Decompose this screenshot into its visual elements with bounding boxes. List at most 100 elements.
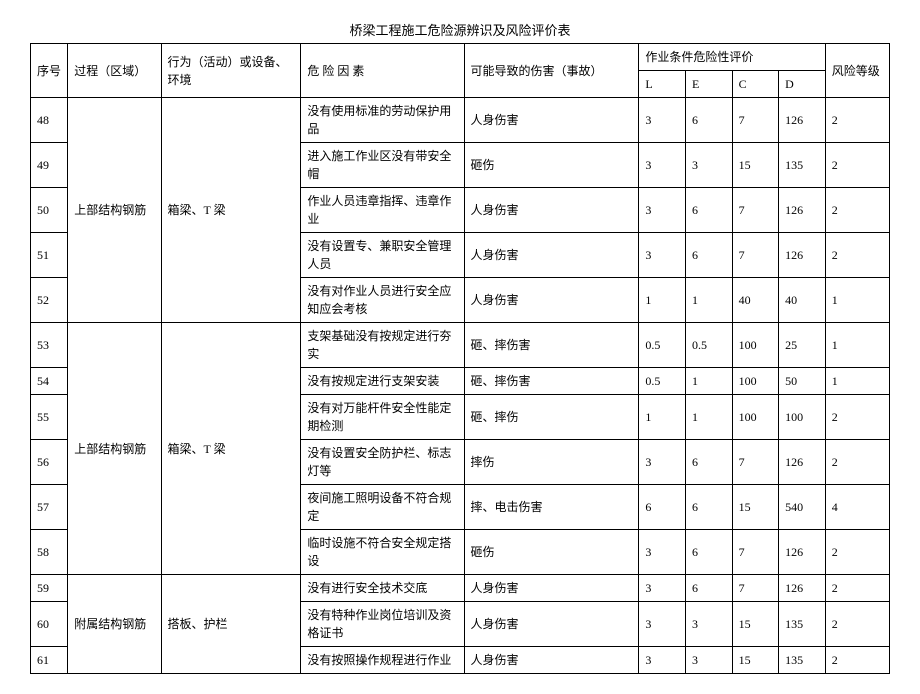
cell-level: 2: [825, 440, 889, 485]
cell-e: 1: [685, 278, 732, 323]
cell-e: 3: [685, 143, 732, 188]
cell-d: 126: [779, 188, 826, 233]
cell-harm: 人身伤害: [464, 98, 639, 143]
cell-seq: 48: [31, 98, 68, 143]
cell-seq: 51: [31, 233, 68, 278]
cell-e: 6: [685, 233, 732, 278]
cell-factor: 没有特种作业岗位培训及资格证书: [301, 602, 464, 647]
cell-level: 4: [825, 485, 889, 530]
cell-factor: 没有对万能杆件安全性能定期检测: [301, 395, 464, 440]
cell-c: 15: [732, 602, 779, 647]
cell-level: 1: [825, 278, 889, 323]
cell-harm: 人身伤害: [464, 188, 639, 233]
cell-level: 2: [825, 233, 889, 278]
cell-level: 1: [825, 323, 889, 368]
cell-c: 7: [732, 530, 779, 575]
cell-c: 15: [732, 485, 779, 530]
cell-factor: 夜间施工照明设备不符合规定: [301, 485, 464, 530]
cell-c: 15: [732, 143, 779, 188]
cell-l: 3: [639, 440, 686, 485]
cell-d: 126: [779, 233, 826, 278]
cell-l: 0.5: [639, 368, 686, 395]
table-row: 53上部结构钢筋箱梁、T 梁支架基础没有按规定进行夯实砸、摔伤害0.50.510…: [31, 323, 890, 368]
cell-e: 6: [685, 188, 732, 233]
cell-level: 2: [825, 575, 889, 602]
cell-harm: 砸、摔伤害: [464, 368, 639, 395]
cell-d: 50: [779, 368, 826, 395]
cell-level: 2: [825, 530, 889, 575]
cell-c: 40: [732, 278, 779, 323]
header-l: L: [639, 71, 686, 98]
cell-area: 上部结构钢筋: [68, 98, 161, 323]
cell-level: 2: [825, 188, 889, 233]
cell-harm: 砸、摔伤: [464, 395, 639, 440]
cell-area: 上部结构钢筋: [68, 323, 161, 575]
cell-harm: 人身伤害: [464, 575, 639, 602]
cell-activity: 箱梁、T 梁: [161, 323, 301, 575]
cell-seq: 57: [31, 485, 68, 530]
table-body: 48上部结构钢筋箱梁、T 梁没有使用标准的劳动保护用品人身伤害367126249…: [31, 98, 890, 674]
cell-seq: 53: [31, 323, 68, 368]
cell-factor: 没有设置专、兼职安全管理人员: [301, 233, 464, 278]
cell-l: 3: [639, 602, 686, 647]
cell-harm: 人身伤害: [464, 602, 639, 647]
cell-c: 100: [732, 323, 779, 368]
cell-seq: 55: [31, 395, 68, 440]
cell-d: 540: [779, 485, 826, 530]
cell-e: 6: [685, 485, 732, 530]
document-title: 桥梁工程施工危险源辨识及风险评价表: [30, 20, 890, 39]
header-seq: 序号: [31, 44, 68, 98]
cell-e: 0.5: [685, 323, 732, 368]
cell-l: 3: [639, 530, 686, 575]
table-row: 59附属结构钢筋搭板、护栏没有进行安全技术交底人身伤害3671262: [31, 575, 890, 602]
header-area: 过程（区域）: [68, 44, 161, 98]
cell-harm: 人身伤害: [464, 278, 639, 323]
cell-seq: 58: [31, 530, 68, 575]
cell-e: 6: [685, 575, 732, 602]
cell-c: 100: [732, 395, 779, 440]
cell-e: 6: [685, 98, 732, 143]
cell-harm: 砸、摔伤害: [464, 323, 639, 368]
cell-d: 126: [779, 440, 826, 485]
cell-factor: 没有使用标准的劳动保护用品: [301, 98, 464, 143]
cell-e: 1: [685, 395, 732, 440]
cell-d: 25: [779, 323, 826, 368]
cell-activity: 搭板、护栏: [161, 575, 301, 674]
cell-activity: 箱梁、T 梁: [161, 98, 301, 323]
header-d: D: [779, 71, 826, 98]
header-activity: 行为（活动）或设备、环境: [161, 44, 301, 98]
cell-seq: 54: [31, 368, 68, 395]
cell-e: 6: [685, 530, 732, 575]
cell-l: 0.5: [639, 323, 686, 368]
cell-l: 3: [639, 188, 686, 233]
cell-c: 7: [732, 233, 779, 278]
cell-level: 2: [825, 395, 889, 440]
cell-seq: 56: [31, 440, 68, 485]
cell-factor: 没有对作业人员进行安全应知应会考核: [301, 278, 464, 323]
cell-level: 2: [825, 98, 889, 143]
cell-c: 7: [732, 440, 779, 485]
cell-factor: 没有进行安全技术交底: [301, 575, 464, 602]
cell-l: 3: [639, 233, 686, 278]
header-harm: 可能导致的伤害（事故）: [464, 44, 639, 98]
cell-harm: 人身伤害: [464, 233, 639, 278]
cell-seq: 50: [31, 188, 68, 233]
cell-l: 1: [639, 278, 686, 323]
header-c: C: [732, 71, 779, 98]
header-row-1: 序号 过程（区域） 行为（活动）或设备、环境 危 险 因 素 可能导致的伤害（事…: [31, 44, 890, 71]
cell-l: 3: [639, 575, 686, 602]
cell-d: 126: [779, 530, 826, 575]
cell-area: 附属结构钢筋: [68, 575, 161, 674]
cell-d: 135: [779, 602, 826, 647]
cell-l: 6: [639, 485, 686, 530]
cell-l: 3: [639, 98, 686, 143]
header-factor: 危 险 因 素: [301, 44, 464, 98]
cell-seq: 49: [31, 143, 68, 188]
cell-d: 100: [779, 395, 826, 440]
cell-factor: 进入施工作业区没有带安全帽: [301, 143, 464, 188]
cell-c: 7: [732, 98, 779, 143]
cell-seq: 60: [31, 602, 68, 647]
cell-harm: 砸伤: [464, 143, 639, 188]
cell-d: 126: [779, 98, 826, 143]
cell-l: 1: [639, 395, 686, 440]
